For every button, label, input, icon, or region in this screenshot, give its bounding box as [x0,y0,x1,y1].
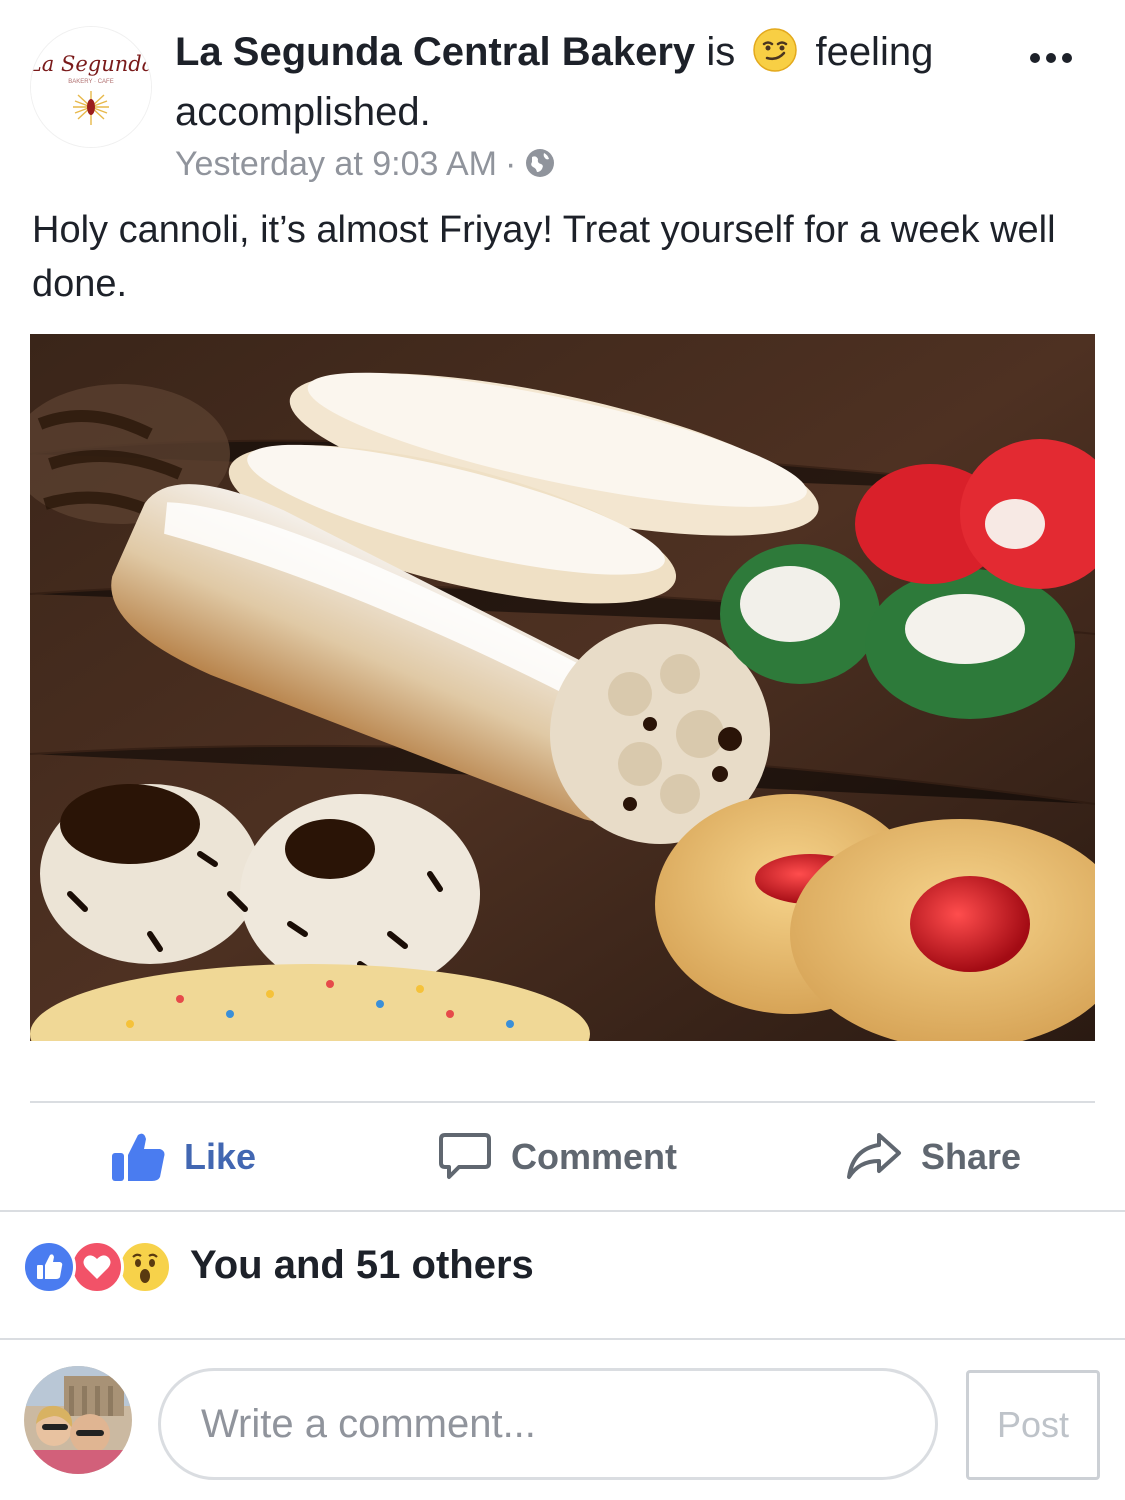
wow-reaction-icon [118,1240,172,1294]
ellipsis-dot [1046,53,1056,63]
user-avatar[interactable] [24,1366,132,1474]
is-word: is [706,30,736,74]
post-header: La Segunda BAKERY · CAFE La Segunda Cent… [0,0,1125,190]
page-avatar[interactable]: La Segunda BAKERY · CAFE [30,26,152,148]
logo-subtext: BAKERY · CAFE [68,79,113,85]
like-reaction-icon [22,1240,76,1294]
smirk-emoji-icon [752,27,798,86]
post-header-text: La Segunda Central Bakery is feeling acc… [175,26,995,192]
reactions-top-divider [0,1210,1125,1212]
share-arrow-icon [845,1127,903,1188]
feeling-detail[interactable]: accomplished. [175,90,431,134]
share-label: Share [921,1136,1022,1177]
page-name-link[interactable]: La Segunda Central Bakery [175,30,695,74]
reaction-icons [22,1240,172,1294]
reactions-count-text[interactable]: You and 51 others [190,1243,534,1288]
comment-composer: Write a comment... Post [0,1360,1125,1500]
more-options-button[interactable] [1030,50,1090,70]
pastry-photo [30,334,1095,1041]
bakery-logo: La Segunda BAKERY · CAFE [31,27,151,147]
composer-top-divider [0,1338,1125,1340]
actions-top-divider [30,1101,1095,1103]
like-label: Like [184,1136,257,1177]
comment-input[interactable]: Write a comment... [158,1368,938,1480]
thumbs-up-icon [110,1127,166,1188]
post-comment-button[interactable]: Post [966,1370,1100,1480]
comment-button[interactable]: Comment [437,1105,677,1209]
post-actions-bar: Like Comment Share [0,1105,1125,1209]
post-photo[interactable] [30,334,1095,1041]
like-button[interactable]: Like [110,1105,256,1209]
love-reaction-icon [70,1240,124,1294]
meta-separator: · [504,145,517,183]
status-line: La Segunda Central Bakery is feeling acc… [175,26,995,138]
feeling-word: feeling [815,30,934,74]
comment-label: Comment [511,1136,678,1177]
post-meta: Yesterday at 9:03 AM · [175,140,995,192]
post-body-text: Holy cannoli, it’s almost Friyay! Treat … [32,209,1056,305]
ellipsis-icon [1030,53,1040,63]
post-timestamp[interactable]: Yesterday at 9:03 AM [175,145,497,183]
reactions-summary[interactable]: You and 51 others [22,1228,534,1302]
share-button[interactable]: Share [845,1105,1021,1209]
ellipsis-dot [1062,53,1072,63]
logo-wordmark: La Segunda [31,52,151,76]
globe-icon[interactable] [524,144,556,192]
speech-bubble-icon [437,1127,493,1188]
